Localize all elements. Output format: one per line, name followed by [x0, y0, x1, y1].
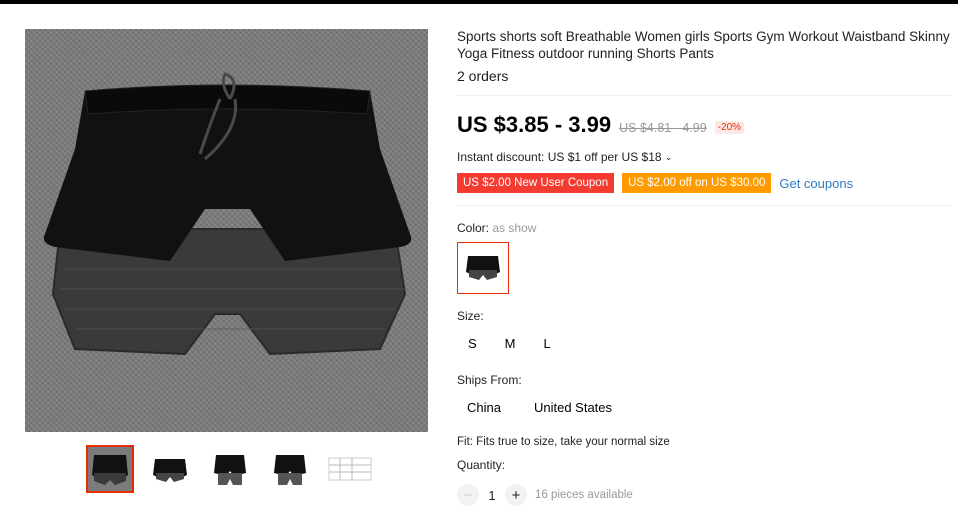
main-product-image[interactable] [25, 29, 428, 432]
quantity-label: Quantity: [457, 458, 506, 472]
quantity-value[interactable]: 1 [479, 488, 505, 503]
product-title: Sports shorts soft Breathable Women girl… [457, 29, 950, 61]
shorts-illustration [43, 72, 412, 356]
discount-badge: -20% [714, 121, 745, 134]
thumbnail-2[interactable] [146, 445, 194, 493]
divider [457, 95, 952, 96]
thumbnail-4[interactable] [266, 445, 314, 493]
new-user-coupon[interactable]: US $2.00 New User Coupon [457, 173, 615, 193]
original-price: US $4.81 - 4.99 [619, 121, 707, 135]
top-bar [0, 0, 958, 4]
color-option-as-show[interactable] [457, 242, 509, 294]
ships-from-label: Ships From: [457, 373, 522, 387]
order-count: 2 orders [457, 68, 509, 84]
current-price: US $3.85 - 3.99 [457, 112, 612, 137]
instant-discount[interactable]: Instant discount: US $1 off per US $18 ⌄ [457, 150, 672, 164]
size-label: Size: [457, 309, 484, 323]
store-coupon[interactable]: US $2.00 off on US $30.00 [622, 173, 772, 193]
thumbnail-5-size-chart[interactable] [326, 445, 374, 493]
thumbnail-1[interactable] [86, 445, 134, 493]
size-options: S M L [457, 336, 551, 351]
thumbnail-strip [86, 445, 374, 493]
size-option-s[interactable]: S [468, 336, 477, 351]
size-option-l[interactable]: L [544, 336, 551, 351]
ships-from-options: China United States [457, 400, 612, 415]
quantity-increase-button[interactable]: + [505, 484, 527, 506]
color-value: as show [492, 221, 537, 235]
coupon-row: US $2.00 New User Coupon US $2.00 off on… [457, 173, 853, 193]
color-label: Color: as show [457, 221, 537, 235]
ships-from-united-states[interactable]: United States [534, 400, 612, 415]
ships-from-china[interactable]: China [467, 400, 501, 415]
fit-note: Fit: Fits true to size, take your normal… [457, 436, 670, 448]
chevron-down-icon: ⌄ [664, 152, 673, 162]
divider [457, 205, 952, 206]
get-coupons-link[interactable]: Get coupons [779, 176, 853, 191]
thumbnail-3[interactable] [206, 445, 254, 493]
pieces-available: 16 pieces available [535, 489, 633, 501]
quantity-stepper: − 1 + 16 pieces available [457, 484, 633, 506]
price-row: US $3.85 - 3.99 US $4.81 - 4.99 -20% [457, 112, 745, 138]
quantity-decrease-button[interactable]: − [457, 484, 479, 506]
instant-discount-label: Instant discount: US $1 off per US $18 [457, 150, 662, 164]
size-option-m[interactable]: M [505, 336, 516, 351]
